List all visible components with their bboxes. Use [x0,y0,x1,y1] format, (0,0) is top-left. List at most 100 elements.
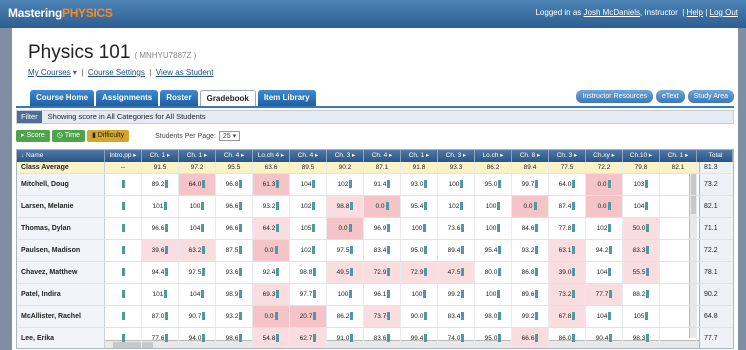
score-cell[interactable]: 100 [179,196,216,217]
score-cell[interactable]: 93.0 [401,174,438,195]
score-cell[interactable]: 63.1 [549,240,586,261]
score-cell[interactable] [105,284,142,305]
score-cell[interactable]: 72.9 [364,262,401,283]
score-button[interactable]: ▸ Score [16,130,50,142]
score-cell[interactable]: 93.6 [216,262,253,283]
score-cell[interactable] [105,218,142,239]
column-header[interactable]: Intro.pp ▸ [105,150,142,162]
score-cell[interactable]: 50.0 [623,218,660,239]
score-cell[interactable]: 95.0 [401,240,438,261]
user-name-link[interactable]: Josh McDaniels [584,8,640,17]
score-cell[interactable]: 98.8 [290,262,327,283]
score-cell[interactable]: 90.4 [586,328,623,348]
student-name[interactable]: Thomas, Dylan [17,218,105,239]
score-cell[interactable]: 80.0 [475,262,512,283]
score-cell[interactable]: 90.7 [179,306,216,327]
score-cell[interactable]: 77.7 [586,284,623,305]
score-cell[interactable]: 20.7 [290,306,327,327]
my-courses-link[interactable]: My Courses [28,68,71,77]
score-cell[interactable]: 0.0 [327,218,364,239]
score-cell[interactable]: 82.1 [660,162,697,173]
score-cell[interactable]: 101 [142,284,179,305]
tab-assignments[interactable]: Assignments [96,90,159,106]
filter-button[interactable]: Filter [17,111,42,123]
score-cell[interactable]: 90.2 [327,162,364,173]
score-cell[interactable]: 104 [586,306,623,327]
score-cell[interactable]: 92.4 [253,262,290,283]
student-name[interactable]: Larsen, Melanie [17,196,105,217]
score-cell[interactable]: 97.2 [179,162,216,173]
score-cell[interactable]: 95.0 [475,174,512,195]
score-cell[interactable]: 102 [586,218,623,239]
score-cell[interactable]: 73.2 [549,284,586,305]
score-cell[interactable]: 62.7 [290,328,327,348]
score-cell[interactable]: 91.5 [142,162,179,173]
score-cell[interactable]: 83.6 [364,328,401,348]
student-name[interactable]: Patel, Indira [17,284,105,305]
score-cell[interactable]: 86.0 [549,328,586,348]
score-cell[interactable]: 97.5 [327,240,364,261]
column-header[interactable]: Ch. 1 ▸ [660,150,697,162]
score-cell[interactable]: 67.8 [549,306,586,327]
score-cell[interactable]: 89.4 [512,162,549,173]
score-cell[interactable]: 66.6 [512,328,549,348]
score-cell[interactable]: 104 [290,174,327,195]
time-button[interactable]: ◷ Time [51,130,85,142]
score-cell[interactable]: 104 [623,196,660,217]
score-cell[interactable]: 89.2 [142,174,179,195]
score-cell[interactable]: 93.2 [512,240,549,261]
score-cell[interactable]: 93.3 [438,162,475,173]
study-area-button[interactable]: Study Area [687,90,734,103]
score-cell[interactable]: 98.3 [623,328,660,348]
score-cell[interactable]: 77.6 [142,328,179,348]
score-cell[interactable]: 95.4 [401,196,438,217]
name-column-header[interactable]: ↓ Name [17,150,105,162]
score-cell[interactable]: 39.6 [142,240,179,261]
score-cell[interactable]: 63.2 [179,240,216,261]
score-cell[interactable]: 84.6 [512,218,549,239]
score-cell[interactable]: 93.2 [216,306,253,327]
score-cell[interactable]: 47.5 [438,262,475,283]
app-logo[interactable]: MasteringPHYSICS [8,6,113,20]
score-cell[interactable]: 104 [179,218,216,239]
help-link[interactable]: Help [687,8,703,17]
score-cell[interactable]: 89.6 [512,284,549,305]
score-cell[interactable]: 95.5 [216,162,253,173]
score-cell[interactable]: 96.8 [216,174,253,195]
score-cell[interactable]: 83.3 [623,240,660,261]
score-cell[interactable]: 72.2 [586,162,623,173]
score-cell[interactable]: 95.4 [475,240,512,261]
score-cell[interactable]: 97.5 [179,262,216,283]
score-cell[interactable] [105,328,142,348]
score-cell[interactable]: 83.4 [438,306,475,327]
score-cell[interactable]: 99.2 [438,284,475,305]
score-cell[interactable]: 0.0 [253,240,290,261]
score-cell[interactable]: 86.8 [512,262,549,283]
score-cell[interactable]: 104 [586,262,623,283]
score-cell[interactable]: 54.8 [253,328,290,348]
tab-item-library[interactable]: Item Library [257,90,316,106]
score-cell[interactable]: 96.6 [142,218,179,239]
score-cell[interactable]: 95.0 [475,328,512,348]
score-cell[interactable]: 86.2 [475,162,512,173]
score-cell[interactable]: 100 [438,174,475,195]
score-cell[interactable]: 102 [438,196,475,217]
score-cell[interactable]: 69.3 [253,284,290,305]
score-cell[interactable]: 91.8 [401,162,438,173]
score-cell[interactable]: 0.0 [253,306,290,327]
etext-button[interactable]: eText [656,90,685,103]
student-name[interactable]: Lee, Erika [17,328,105,348]
column-header[interactable]: Ch. 4 ▸ [364,150,401,162]
student-name[interactable]: McAllister, Rachel [17,306,105,327]
score-cell[interactable]: 89.5 [290,162,327,173]
score-cell[interactable] [105,196,142,217]
score-cell[interactable]: 96.1 [364,284,401,305]
score-cell[interactable]: 87.5 [216,240,253,261]
score-cell[interactable] [660,196,697,217]
score-cell[interactable]: 77.8 [549,218,586,239]
difficulty-button[interactable]: ▮ Difficulty [87,130,130,142]
score-cell[interactable]: 88.2 [623,284,660,305]
score-cell[interactable]: 83.4 [364,240,401,261]
score-cell[interactable]: 102 [327,174,364,195]
column-header[interactable]: Ch. 4 ▸ [290,150,327,162]
